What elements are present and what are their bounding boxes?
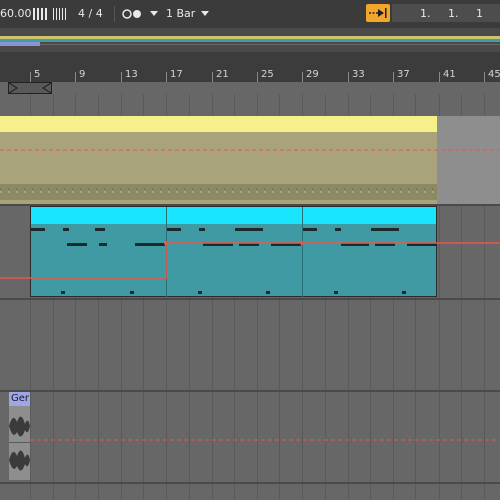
automation-breakpoint[interactable]: [164, 241, 168, 245]
ruler-tick: [212, 72, 213, 82]
ruler-bar-number: 29: [306, 69, 319, 80]
chevron-down-icon[interactable]: [150, 11, 158, 17]
tempo-display[interactable]: 60.00: [0, 7, 32, 21]
transport-bar: 60.00 4 / 4 1 Bar 1. 1. 1: [0, 0, 500, 28]
ruler-tick: [75, 72, 76, 82]
follow-button[interactable]: [366, 4, 390, 22]
divider: [114, 6, 115, 22]
loop-brace[interactable]: [8, 82, 52, 94]
ruler-bar-number: 13: [125, 69, 138, 80]
position-beat: 1.: [448, 7, 459, 20]
ruler-bar-number: 25: [261, 69, 274, 80]
automation-overlay: [0, 149, 500, 441]
ruler-bar-number: 5: [34, 69, 41, 80]
automation-breakpoint[interactable]: [300, 241, 304, 245]
ruler-bar-number: 9: [79, 69, 86, 80]
overview-graphic: [0, 36, 500, 46]
ruler-bar-number: 21: [216, 69, 229, 80]
automation-line[interactable]: [0, 242, 500, 279]
arrangement-overview[interactable]: [0, 28, 500, 52]
ruler-bar-number: 33: [352, 69, 365, 80]
ruler-tick: [348, 72, 349, 82]
ruler-bar-number: 37: [397, 69, 410, 80]
ruler-bar-number: 41: [443, 69, 456, 80]
ruler-tick: [484, 72, 485, 82]
position-sixteenth: 1: [476, 7, 483, 20]
position-bar: 1.: [420, 7, 431, 20]
ruler-tick: [302, 72, 303, 82]
chevron-down-icon[interactable]: [201, 11, 209, 17]
follow-arrow-icon: [369, 8, 387, 18]
ruler-bar-number: 45: [488, 69, 500, 80]
ruler-tick: [257, 72, 258, 82]
ruler-tick: [30, 72, 31, 82]
ruler-tick: [393, 72, 394, 82]
quantization-menu[interactable]: 1 Bar: [166, 7, 195, 21]
beat-time-ruler[interactable]: 5 9 13 17 21 25 29 33 37 41 45: [0, 52, 500, 82]
bar-meter-icon[interactable]: [53, 8, 67, 20]
time-signature[interactable]: 4 / 4: [78, 7, 103, 21]
metronome-dots-icon[interactable]: [122, 8, 144, 20]
bar-meter-icon[interactable]: [33, 8, 47, 20]
arrangement-view[interactable]: Ger: [0, 94, 500, 500]
ruler-tick: [121, 72, 122, 82]
ruler-tick: [166, 72, 167, 82]
song-position[interactable]: 1. 1. 1: [392, 4, 500, 22]
loop-brace-graphic: [8, 82, 52, 94]
ruler-bar-number: 17: [170, 69, 183, 80]
ruler-tick: [439, 72, 440, 82]
